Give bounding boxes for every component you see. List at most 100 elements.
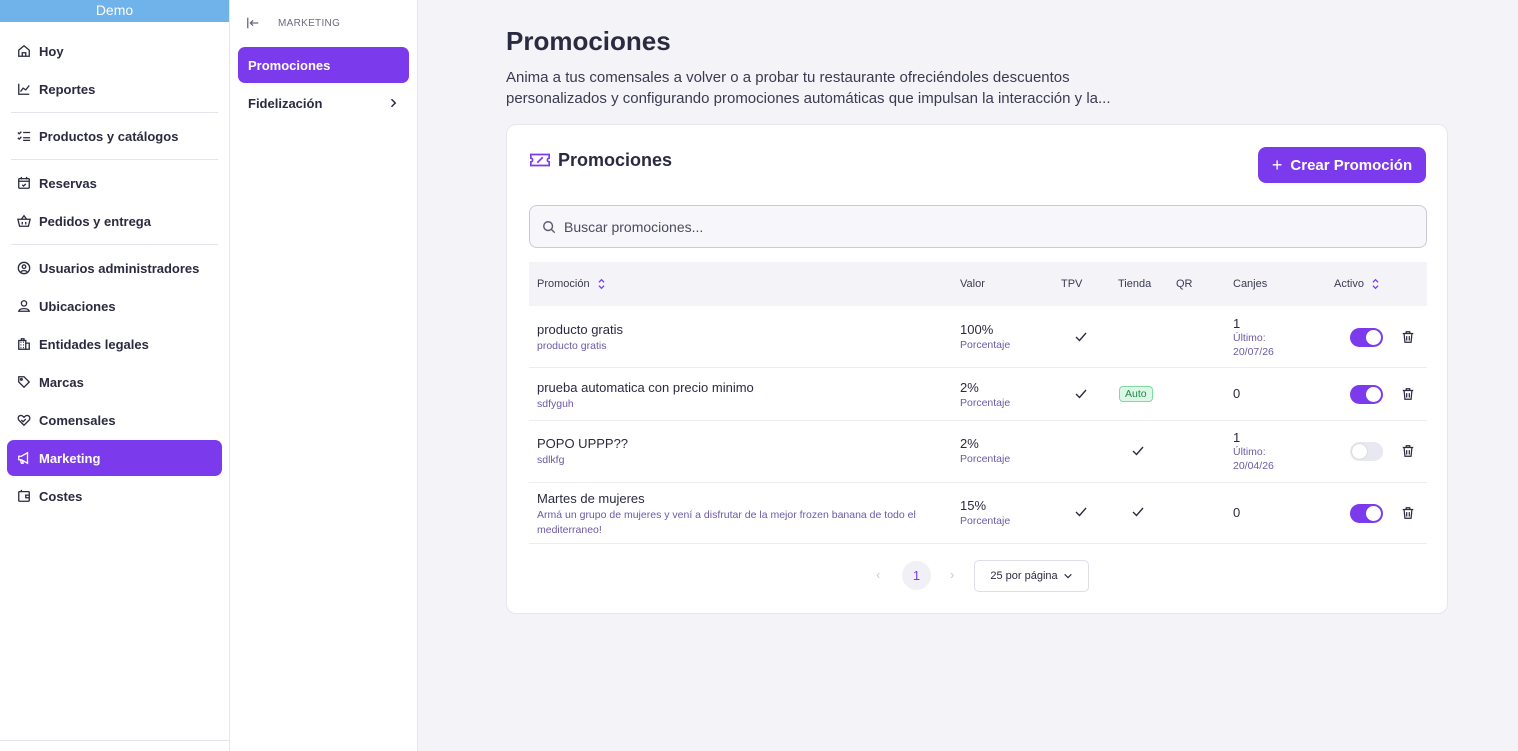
trash-icon[interactable] [1401, 330, 1415, 344]
value-type: Porcentaje [960, 397, 1011, 409]
main-content: Promociones Anima a tus comensales a vol… [418, 0, 1518, 751]
table-row[interactable]: POPO UPPP?? sdlkfg 2% Porcentaje 1 Últim… [529, 421, 1427, 483]
sidebar-item-label: Comensales [39, 412, 116, 428]
sidebar-item-label: Reservas [39, 175, 97, 191]
last-redeem-date: 20/07/26 [1233, 346, 1274, 358]
canjes-count: 0 [1233, 386, 1241, 401]
canjes-count: 1 [1233, 316, 1241, 331]
sidebar-item-label: Ubicaciones [39, 298, 116, 314]
sidebar-item-hoy[interactable]: Hoy [7, 33, 222, 69]
sidebar-item-entidades[interactable]: Entidades legales [7, 326, 222, 362]
value-amount: 2% [960, 436, 979, 451]
user-circle-icon [17, 261, 31, 275]
auto-badge: Auto [1119, 386, 1153, 402]
sidebar-item-ubicaciones[interactable]: Ubicaciones [7, 288, 222, 324]
value-cell: 2% Porcentaje [960, 380, 1010, 409]
subpanel-title: MARKETING [278, 17, 341, 29]
subpanel-item-promociones[interactable]: Promociones [238, 47, 409, 83]
subpanel-item-fidelizacion[interactable]: Fidelización [238, 85, 409, 121]
next-page-button[interactable]: › [950, 567, 954, 582]
active-toggle[interactable] [1350, 442, 1383, 461]
sidebar-item-pedidos[interactable]: Pedidos y entrega [7, 203, 222, 239]
promotion-description: Armá un grupo de mujeres y vení a disfru… [537, 509, 916, 536]
sidebar-item-label: Marketing [39, 450, 101, 466]
sidebar-item-marcas[interactable]: Marcas [7, 364, 222, 400]
column-header-activo[interactable]: Activo [1334, 278, 1380, 290]
sidebar-item-productos[interactable]: Productos y catálogos [7, 118, 222, 154]
promotion-cell: POPO UPPP?? sdlkfg [537, 436, 628, 468]
search-input[interactable] [564, 218, 1404, 235]
sidebar-item-marketing[interactable]: Marketing [7, 440, 222, 476]
page-size-select[interactable]: 25 por página [974, 560, 1089, 592]
home-icon [18, 44, 30, 57]
page-size-label: 25 por página [990, 570, 1058, 582]
promotion-name: producto gratis [537, 322, 623, 337]
value-type: Porcentaje [960, 339, 1011, 351]
promotions-table: Promoción Valor TPV Tienda QR Canjes Act… [529, 262, 1427, 544]
divider [0, 740, 229, 741]
check-icon [1075, 389, 1087, 399]
heart-hand-icon [17, 414, 31, 427]
column-label: QR [1176, 278, 1193, 290]
subpanel-item-label: Promociones [248, 57, 331, 73]
value-type: Porcentaje [960, 515, 1011, 527]
value-amount: 15% [960, 498, 987, 513]
promotion-cell: prueba automatica con precio minimo sdfy… [537, 380, 754, 412]
table-row[interactable]: prueba automatica con precio minimo sdfy… [529, 368, 1427, 421]
active-toggle[interactable] [1350, 504, 1383, 523]
promotion-name: POPO UPPP?? [537, 436, 629, 451]
divider [11, 159, 218, 160]
sidebar-item-label: Entidades legales [39, 336, 149, 352]
promotion-description: producto gratis [537, 340, 607, 352]
search-box [529, 205, 1427, 248]
table-row[interactable]: Martes de mujeres Armá un grupo de mujer… [529, 483, 1427, 544]
last-redeem-label: Último: [1233, 332, 1266, 344]
divider [11, 112, 218, 113]
subpanel-header: MARKETING [230, 0, 417, 34]
sidebar-nav: Hoy Reportes Productos y catálogos Reser… [0, 22, 229, 514]
create-promotion-button[interactable]: + Crear Promoción [1258, 147, 1426, 183]
canjes-count: 1 [1233, 430, 1241, 445]
canjes-cell: 0 [1233, 386, 1240, 401]
column-header-promocion[interactable]: Promoción [537, 278, 606, 290]
plus-icon: + [1271, 154, 1283, 175]
canjes-cell: 1 Último: 20/04/26 [1233, 430, 1274, 473]
last-redeem-date: 20/04/26 [1233, 460, 1274, 472]
sidebar-item-label: Productos y catálogos [39, 128, 179, 144]
table-row[interactable]: producto gratis producto gratis 100% Por… [529, 306, 1427, 368]
collapse-panel-icon[interactable] [246, 16, 260, 30]
canjes-cell: 0 [1233, 505, 1240, 520]
promotion-description: sdfyguh [537, 398, 574, 410]
active-toggle[interactable] [1350, 328, 1383, 347]
sidebar-item-costes[interactable]: Costes [7, 478, 222, 514]
column-header-qr: QR [1176, 278, 1193, 290]
check-icon [1132, 507, 1144, 517]
calendar-icon [18, 176, 30, 189]
megaphone-icon [18, 451, 29, 465]
marketing-subpanel: MARKETING Promociones Fidelización [230, 0, 418, 751]
trash-icon[interactable] [1401, 387, 1415, 401]
trash-icon[interactable] [1401, 506, 1415, 520]
sidebar-item-label: Costes [39, 488, 83, 504]
sort-icon [598, 278, 605, 290]
value-amount: 100% [960, 322, 994, 337]
create-promotion-label: Crear Promoción [1290, 156, 1413, 174]
ticket-icon [530, 153, 550, 167]
page-number-button[interactable]: 1 [902, 561, 931, 590]
basket-icon [17, 214, 31, 227]
column-label: Activo [1334, 278, 1364, 290]
sidebar-item-comensales[interactable]: Comensales [7, 402, 222, 438]
sidebar-item-reservas[interactable]: Reservas [7, 165, 222, 201]
sidebar-item-reportes[interactable]: Reportes [7, 71, 222, 107]
chevron-down-icon [1063, 573, 1072, 579]
main-sidebar: Demo Hoy Reportes Productos y catálogos … [0, 0, 230, 751]
sort-icon [1372, 278, 1379, 290]
prev-page-button[interactable]: ‹ [876, 567, 880, 582]
check-icon [1075, 507, 1087, 517]
canjes-count: 0 [1233, 505, 1241, 520]
active-toggle[interactable] [1350, 385, 1383, 404]
page-description: Anima a tus comensales a volver o a prob… [506, 69, 1111, 107]
divider [11, 244, 218, 245]
sidebar-item-usuarios[interactable]: Usuarios administradores [7, 250, 222, 286]
trash-icon[interactable] [1401, 444, 1415, 458]
